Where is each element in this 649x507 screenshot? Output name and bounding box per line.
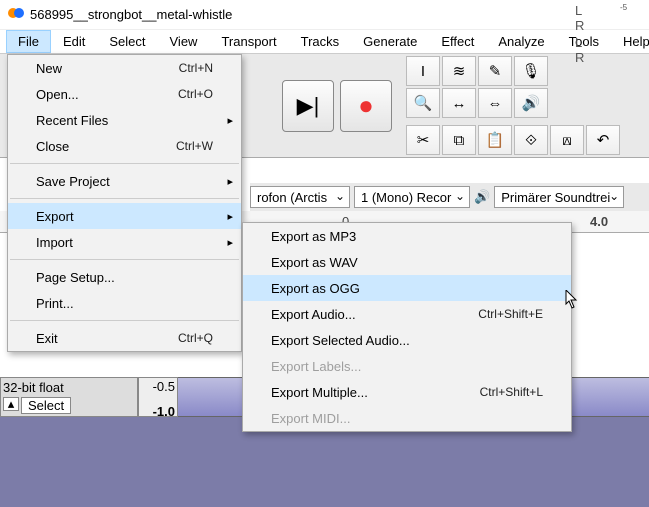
menu-analyze[interactable]: Analyze [486, 30, 556, 53]
file-menu-popup: NewCtrl+N Open...Ctrl+O Recent Files Clo… [7, 54, 242, 352]
mic-icon[interactable]: 🎙 [514, 56, 548, 86]
track-panel[interactable]: 32-bit float ▴ Select [0, 377, 138, 417]
menu-effect[interactable]: Effect [429, 30, 486, 53]
output-device-select[interactable]: Primärer Soundtrei [494, 186, 624, 208]
selection-tool-icon[interactable]: I [406, 56, 440, 86]
menu-generate[interactable]: Generate [351, 30, 429, 53]
record-button[interactable]: ● [340, 80, 392, 132]
speaker-icon[interactable]: 🔊 [514, 88, 548, 118]
submenu-export-selected-audio[interactable]: Export Selected Audio... [243, 327, 571, 353]
menu-item-new[interactable]: NewCtrl+N [8, 55, 241, 81]
menu-help[interactable]: Help [611, 30, 649, 53]
copy-icon[interactable]: ⧉ [442, 125, 476, 155]
rec-meter: LR [575, 3, 605, 33]
undo-icon[interactable]: ↶ [586, 125, 620, 155]
skip-end-button[interactable]: ▶| [282, 80, 334, 132]
mouse-cursor-icon [565, 290, 579, 310]
menu-item-exit[interactable]: ExitCtrl+Q [8, 325, 241, 351]
menu-view[interactable]: View [158, 30, 210, 53]
menu-bar: File Edit Select View Transport Tracks G… [0, 30, 649, 54]
menu-item-open[interactable]: Open...Ctrl+O [8, 81, 241, 107]
submenu-export-wav[interactable]: Export as WAV [243, 249, 571, 275]
submenu-export-labels: Export Labels... [243, 353, 571, 379]
menu-item-close[interactable]: CloseCtrl+W [8, 133, 241, 159]
title-bar: 568995__strongbot__metal-whistle [0, 0, 649, 30]
trim-icon[interactable]: ⟐ [514, 125, 548, 155]
menu-item-recent-files[interactable]: Recent Files [8, 107, 241, 133]
fit-selection-icon[interactable]: ⇔ [478, 88, 512, 118]
track-format: 32-bit float [3, 380, 135, 395]
menu-item-page-setup[interactable]: Page Setup... [8, 264, 241, 290]
meter-mark: -5 [620, 3, 649, 12]
speaker-small-icon: 🔊 [474, 189, 490, 205]
paste-icon[interactable]: 📋 [478, 125, 512, 155]
cut-icon[interactable]: ✂ [406, 125, 440, 155]
window-title: 568995__strongbot__metal-whistle [30, 7, 232, 22]
submenu-export-mp3[interactable]: Export as MP3 [243, 223, 571, 249]
submenu-export-multiple[interactable]: Export Multiple...Ctrl+Shift+L [243, 379, 571, 405]
menu-file[interactable]: File [6, 30, 51, 53]
menu-edit[interactable]: Edit [51, 30, 97, 53]
menu-select[interactable]: Select [97, 30, 157, 53]
channels-select[interactable]: 1 (Mono) Recor [354, 186, 470, 208]
silence-icon[interactable]: ⟎ [550, 125, 584, 155]
play-meter: LR [575, 35, 605, 65]
menu-transport[interactable]: Transport [209, 30, 288, 53]
fit-project-icon[interactable]: ↔ [442, 88, 476, 118]
submenu-export-ogg[interactable]: Export as OGG [243, 275, 571, 301]
draw-tool-icon[interactable]: ✎ [478, 56, 512, 86]
track-scale: -0.5 -1.0 [138, 377, 178, 417]
menu-item-print[interactable]: Print... [8, 290, 241, 316]
chevron-up-icon[interactable]: ▴ [3, 397, 19, 411]
app-icon [8, 5, 24, 24]
submenu-export-midi: Export MIDI... [243, 405, 571, 431]
zoom-tool-icon[interactable]: 🔍 [406, 88, 440, 118]
export-submenu: Export as MP3 Export as WAV Export as OG… [242, 222, 572, 432]
device-toolbar: rofon (Arctis 1 (Mono) Recor 🔊 Primärer … [250, 183, 649, 211]
menu-item-save-project[interactable]: Save Project [8, 168, 241, 194]
menu-tracks[interactable]: Tracks [289, 30, 352, 53]
submenu-export-audio[interactable]: Export Audio...Ctrl+Shift+E [243, 301, 571, 327]
track-select-button[interactable]: Select [21, 397, 71, 414]
input-device-select[interactable]: rofon (Arctis [250, 186, 350, 208]
envelope-tool-icon[interactable]: ≋ [442, 56, 476, 86]
menu-item-import[interactable]: Import [8, 229, 241, 255]
menu-item-export[interactable]: Export [8, 203, 241, 229]
